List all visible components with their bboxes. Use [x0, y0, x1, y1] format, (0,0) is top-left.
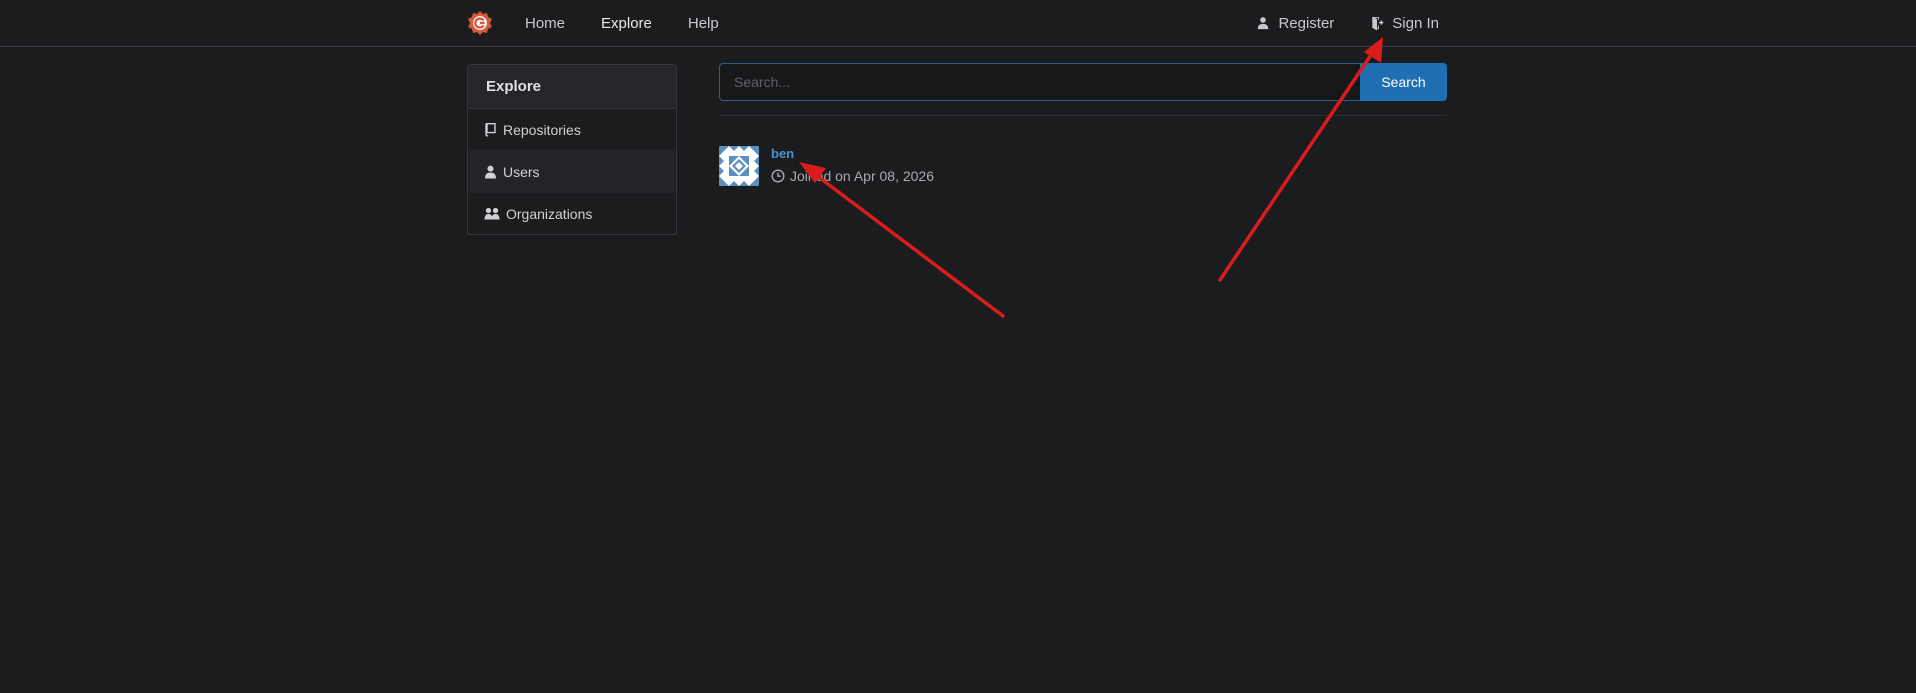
top-navbar: Home Explore Help Register Sign In [0, 0, 1916, 47]
results-divider [719, 115, 1447, 116]
sidebar-item-repositories[interactable]: Repositories [468, 109, 676, 151]
user-name-link[interactable]: ben [771, 146, 934, 164]
signin-link[interactable]: Sign In [1352, 0, 1451, 46]
user-joined-date: Joined on Apr 08, 2026 [790, 168, 935, 184]
nav-help-link[interactable]: Help [670, 0, 737, 46]
person-add-icon [1258, 17, 1269, 30]
gitea-logo-icon[interactable] [465, 8, 495, 38]
navbar-inner: Home Explore Help Register Sign In [465, 0, 1451, 46]
user-list-item: ben Joined on Apr 08, 2026 [719, 146, 1447, 188]
sidebar-item-users[interactable]: Users [468, 151, 676, 193]
register-link[interactable]: Register [1238, 0, 1352, 46]
person-icon [485, 165, 496, 178]
search-bar: Search [719, 63, 1447, 101]
search-button[interactable]: Search [1360, 63, 1447, 101]
signin-label: Sign In [1392, 14, 1439, 32]
people-icon [484, 207, 500, 220]
explore-sidebar: Explore Repositories Users Organizations [467, 64, 677, 235]
register-label: Register [1278, 14, 1335, 32]
repo-icon [485, 122, 496, 137]
user-avatar[interactable] [719, 146, 759, 186]
clock-icon [771, 169, 785, 183]
sidebar-item-label: Users [503, 163, 540, 180]
sidebar-item-organizations[interactable]: Organizations [468, 193, 676, 234]
sign-in-icon [1372, 16, 1384, 31]
user-info: ben Joined on Apr 08, 2026 [771, 146, 934, 188]
sidebar-title: Explore [468, 65, 676, 109]
nav-explore-link[interactable]: Explore [583, 0, 670, 46]
sidebar-item-label: Repositories [503, 121, 581, 138]
annotation-arrows [799, 37, 1383, 318]
user-joined: Joined on Apr 08, 2026 [771, 168, 934, 184]
sidebar-item-label: Organizations [506, 206, 593, 222]
nav-home-link[interactable]: Home [507, 0, 583, 46]
search-input[interactable] [719, 63, 1360, 101]
